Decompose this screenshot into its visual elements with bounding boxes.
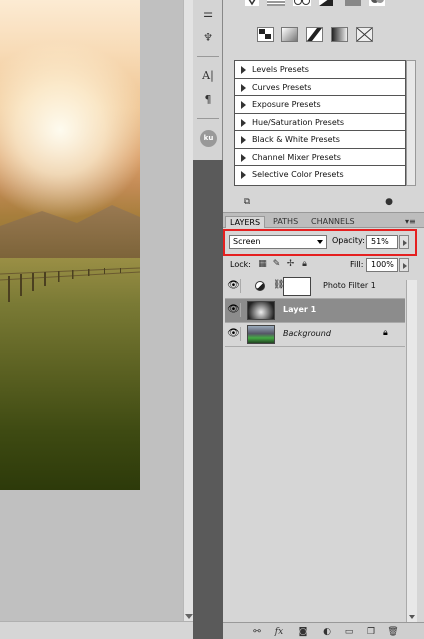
panel-dock: ⚌ ♆ A| ¶ ku [193, 0, 223, 639]
layer-mask-thumbnail[interactable] [283, 277, 311, 296]
adjustment-visibility-icon[interactable]: ● [383, 196, 395, 208]
preset-item-exposure[interactable]: Exposure Presets [235, 96, 405, 114]
layer-style-icon[interactable]: fx [273, 626, 285, 638]
scroll-down-arrow-icon[interactable] [409, 615, 415, 619]
posterize-adjust-icon[interactable] [281, 27, 298, 42]
paragraph-icon[interactable]: ¶ [200, 92, 216, 108]
selective-color-adjust-icon[interactable] [356, 27, 373, 42]
layer-row-background[interactable]: 👁︎ Background 🔒︎ [225, 323, 405, 347]
new-layer-icon[interactable]: ❐ [365, 626, 377, 638]
document-canvas-area [0, 0, 183, 621]
brush-presets-icon[interactable]: ♆ [200, 30, 216, 46]
preset-label: Channel Mixer Presets [252, 152, 341, 162]
lock-position-icon[interactable]: ✢ [285, 259, 296, 270]
expand-triangle-icon[interactable] [241, 136, 246, 144]
add-mask-icon[interactable]: ◙ [297, 626, 309, 638]
dock-divider [197, 56, 219, 57]
eye-icon[interactable]: 👁︎ [227, 327, 241, 341]
opacity-input[interactable]: 51% [366, 235, 398, 249]
layers-panel: LAYERS PATHS CHANNELS ▾≡ Screen Opacity:… [223, 212, 424, 639]
expand-triangle-icon[interactable] [241, 83, 246, 92]
photo-filter-adjust-icon[interactable] [345, 0, 361, 6]
black-white-adjust-icon[interactable] [319, 0, 333, 6]
lock-transparent-pixels-icon[interactable]: ▦ [257, 259, 268, 270]
preset-label: Exposure Presets [252, 100, 321, 109]
preset-label: Black & White Presets [252, 135, 340, 144]
preset-item-selective-color[interactable]: Selective Color Presets [235, 166, 405, 184]
preset-label: Hue/Saturation Presets [252, 117, 345, 127]
threshold-adjust-icon[interactable] [306, 27, 323, 42]
lock-icon: 🔒︎ [383, 328, 388, 338]
lock-label: Lock: [230, 260, 251, 269]
curves-adjust-icon[interactable] [267, 0, 285, 6]
panel-tabs: LAYERS PATHS CHANNELS ▾≡ [223, 213, 424, 228]
scroll-down-arrow-icon[interactable] [185, 614, 193, 619]
adjustment-clip-icon[interactable]: ⧉ [241, 196, 253, 208]
expand-triangle-icon[interactable] [241, 153, 246, 162]
layers-bottom-bar: ⚯ fx ◙ ◐ ▭ ❐ 🗑︎ [223, 622, 424, 639]
fill-label: Fill: [350, 260, 364, 269]
preset-label: Levels Presets [252, 65, 309, 74]
lock-image-pixels-icon[interactable]: ✎ [271, 259, 282, 270]
photo-sunlight [0, 40, 140, 220]
invert-adjust-icon[interactable] [257, 27, 274, 42]
layer-row-photo-filter[interactable]: 👁︎ ⛓︎ Photo Filter 1 [225, 275, 405, 299]
balance-adjust-icon[interactable] [293, 0, 311, 6]
new-group-icon[interactable]: ▭ [343, 626, 355, 638]
photo-fence [0, 267, 140, 302]
fill-input[interactable]: 100% [366, 258, 398, 272]
preset-item-hue-saturation[interactable]: Hue/Saturation Presets [235, 114, 405, 131]
layer-thumbnail[interactable] [247, 325, 275, 344]
kuler-icon[interactable]: ku [200, 130, 217, 147]
adjustment-layer-icon [255, 281, 265, 291]
layer-name[interactable]: Layer 1 [283, 305, 316, 314]
eye-icon[interactable]: 👁︎ [227, 279, 241, 293]
layer-name[interactable]: Background [283, 329, 331, 338]
layer-name[interactable]: Photo Filter 1 [323, 281, 376, 290]
right-panel: Levels Presets Curves Presets Exposure P… [223, 0, 424, 639]
expand-triangle-icon[interactable] [241, 101, 246, 109]
gradient-map-adjust-icon[interactable] [331, 27, 348, 42]
delete-layer-icon[interactable]: 🗑︎ [387, 626, 399, 638]
preset-item-curves[interactable]: Curves Presets [235, 79, 405, 96]
layers-scrollbar[interactable] [406, 280, 417, 622]
tab-channels[interactable]: CHANNELS [307, 216, 359, 228]
panel-menu-icon[interactable]: ▾≡ [401, 216, 420, 228]
channel-mixer-adjust-icon[interactable] [369, 0, 385, 6]
presets-scrollbar[interactable] [406, 60, 416, 186]
canvas-vertical-scrollbar[interactable] [183, 0, 193, 621]
expand-triangle-icon[interactable] [241, 118, 246, 127]
character-icon[interactable]: A| [200, 68, 216, 84]
blend-mode-select[interactable]: Screen [229, 235, 327, 249]
dock-icon-column: ⚌ ♆ A| ¶ ku [193, 0, 223, 160]
adjustments-panel: Levels Presets Curves Presets Exposure P… [223, 0, 424, 212]
opacity-label: Opacity: [332, 236, 365, 245]
layer-thumbnail[interactable] [247, 301, 275, 320]
preset-item-black-white[interactable]: Black & White Presets [235, 131, 405, 149]
eye-icon[interactable]: 👁︎ [227, 303, 241, 317]
preset-item-channel-mixer[interactable]: Channel Mixer Presets [235, 149, 405, 166]
adjustment-presets-list: Levels Presets Curves Presets Exposure P… [234, 60, 406, 186]
preset-label: Curves Presets [252, 82, 312, 92]
dock-divider [197, 118, 219, 119]
expand-triangle-icon[interactable] [241, 66, 246, 74]
lock-all-icon[interactable]: 🔒︎ [299, 259, 310, 270]
layer-row-layer-1[interactable]: 👁︎ Layer 1 [225, 299, 405, 323]
tab-paths[interactable]: PATHS [269, 216, 302, 228]
new-adjustment-layer-icon[interactable]: ◐ [321, 626, 333, 638]
fill-slider-toggle[interactable] [399, 258, 409, 272]
chevron-down-icon [317, 240, 323, 244]
preset-label: Selective Color Presets [252, 170, 344, 179]
blend-mode-value: Screen [233, 237, 261, 246]
link-layers-icon[interactable]: ⚯ [251, 626, 263, 638]
levels-adjust-icon[interactable] [245, 0, 259, 6]
opacity-slider-toggle[interactable] [399, 235, 409, 249]
tool-presets-icon[interactable]: ⚌ [200, 6, 216, 22]
preset-item-levels[interactable]: Levels Presets [235, 61, 405, 79]
canvas-horizontal-scrollbar[interactable] [0, 621, 193, 639]
expand-triangle-icon[interactable] [241, 171, 246, 179]
canvas-photo[interactable] [0, 0, 140, 490]
tab-layers[interactable]: LAYERS [225, 216, 266, 228]
